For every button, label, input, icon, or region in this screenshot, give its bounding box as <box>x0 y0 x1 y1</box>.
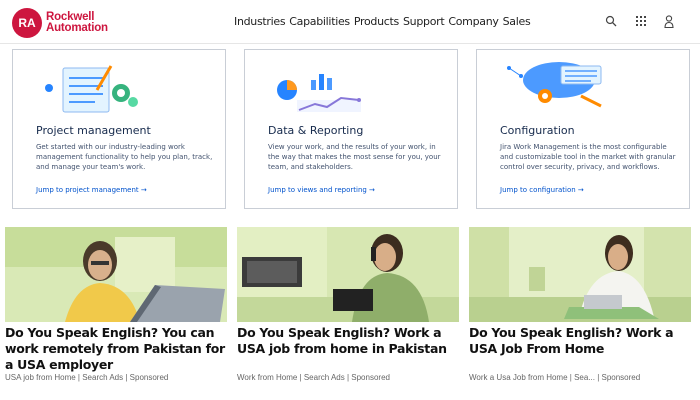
project-management-illustration <box>35 60 145 115</box>
configuration-illustration <box>501 56 611 111</box>
logo-mark: RA <box>12 8 42 38</box>
data-reporting-illustration <box>267 60 377 115</box>
ad-headline[interactable]: Do You Speak English? Work a USA Job Fro… <box>469 325 691 357</box>
card-link[interactable]: Jump to views and reporting → <box>268 186 375 194</box>
nav-company[interactable]: Company <box>448 15 499 28</box>
card-data-reporting: Data & Reporting View your work, and the… <box>244 49 458 209</box>
card-title: Project management <box>36 124 151 137</box>
logo-text: Rockwell Automation <box>46 11 108 34</box>
main-nav: Industries Capabilities Products Support… <box>234 15 531 28</box>
grid-icon[interactable] <box>632 12 650 30</box>
logo-line-2: Automation <box>46 22 108 34</box>
ad-photo-woman-laptop[interactable] <box>5 227 227 322</box>
ad-photo-woman-sofa[interactable] <box>469 227 691 322</box>
card-description: View your work, and the results of your … <box>268 143 441 171</box>
nav-capabilities[interactable]: Capabilities <box>289 15 350 28</box>
card-title: Configuration <box>500 124 575 137</box>
ad-source[interactable]: USA job from Home | Search Ads | Sponsor… <box>5 373 168 382</box>
nav-products[interactable]: Products <box>354 15 399 28</box>
card-link[interactable]: Jump to project management → <box>36 186 147 194</box>
sponsored-ad-2[interactable]: Do You Speak English? Work a USA job fro… <box>237 227 459 382</box>
search-icon[interactable] <box>602 12 620 30</box>
nav-support[interactable]: Support <box>403 15 445 28</box>
nav-sales[interactable]: Sales <box>503 15 531 28</box>
card-title: Data & Reporting <box>268 124 364 137</box>
sponsored-ad-3[interactable]: Do You Speak English? Work a USA Job Fro… <box>469 227 691 382</box>
sponsored-ad-1[interactable]: Do You Speak English? You can work remot… <box>5 227 227 382</box>
site-header: RA Rockwell Automation Industries Capabi… <box>0 0 700 44</box>
card-project-management: Project management Get started with our … <box>12 49 226 209</box>
nav-industries[interactable]: Industries <box>234 15 286 28</box>
card-description: Jira Work Management is the most configu… <box>500 143 676 171</box>
ad-source[interactable]: Work a Usa Job from Home | Sea... | Spon… <box>469 373 640 382</box>
ad-headline[interactable]: Do You Speak English? Work a USA job fro… <box>237 325 459 357</box>
card-description: Get started with our industry-leading wo… <box>36 143 213 171</box>
ad-photo-woman-phone[interactable] <box>237 227 459 322</box>
rockwell-logo[interactable]: RA Rockwell Automation <box>12 8 108 38</box>
card-link[interactable]: Jump to configuration → <box>500 186 584 194</box>
ad-source[interactable]: Work from Home | Search Ads | Sponsored <box>237 373 390 382</box>
ad-headline[interactable]: Do You Speak English? You can work remot… <box>5 325 227 373</box>
user-icon[interactable] <box>660 12 678 30</box>
card-configuration: Configuration Jira Work Management is th… <box>476 49 690 209</box>
